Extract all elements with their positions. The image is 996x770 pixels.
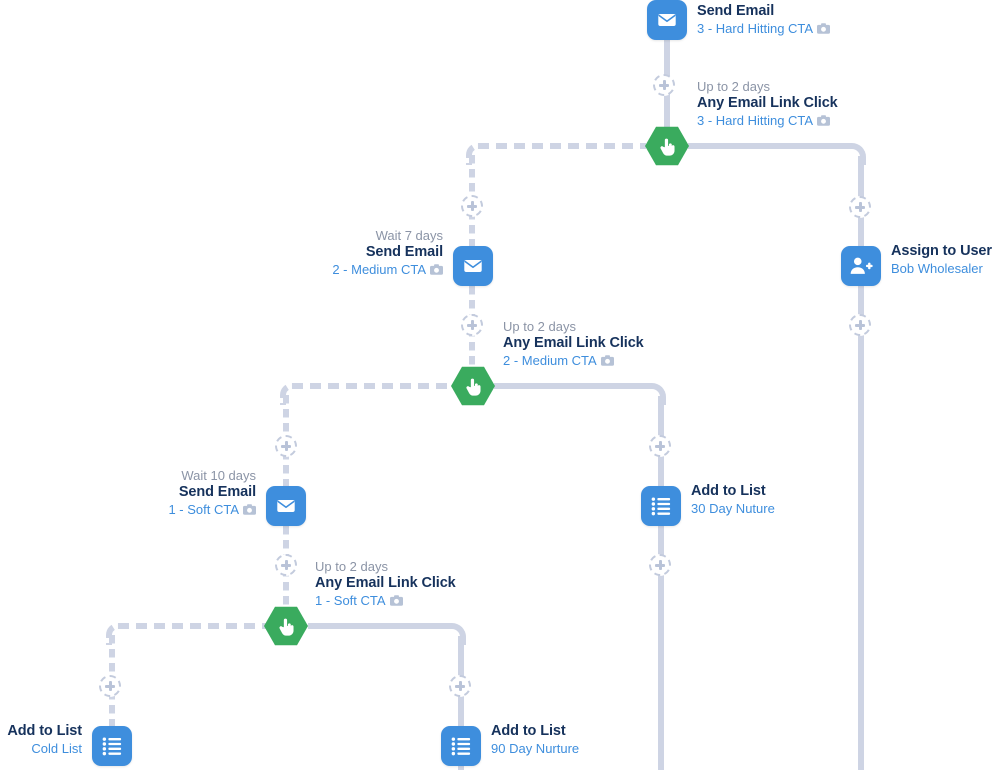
node-send-email-soft-cta[interactable] xyxy=(266,486,306,526)
add-step-button[interactable] xyxy=(653,74,675,96)
camera-icon xyxy=(430,262,443,281)
camera-icon xyxy=(243,502,256,521)
node-title: Any Email Link Click xyxy=(697,95,838,112)
connector-horizontal xyxy=(688,143,846,149)
camera-icon xyxy=(817,21,831,40)
add-step-button[interactable] xyxy=(461,314,483,336)
node-subtitle: 2 - Medium CTA xyxy=(332,261,426,277)
node-wait-text: Up to 2 days xyxy=(697,79,770,94)
node-decision-link-click-hard-cta[interactable] xyxy=(645,126,689,166)
node-title: Any Email Link Click xyxy=(503,335,644,352)
node-label-send-email-soft-cta: Wait 10 days Send Email 1 - Soft CTA xyxy=(0,468,256,520)
node-title: Any Email Link Click xyxy=(315,575,456,592)
connector-horizontal xyxy=(494,383,646,389)
node-title: Assign to User xyxy=(891,243,992,259)
add-step-button[interactable] xyxy=(649,435,671,457)
add-step-button[interactable] xyxy=(275,554,297,576)
node-wait-text: Up to 2 days xyxy=(503,319,576,334)
node-add-to-list-30-day[interactable] xyxy=(641,486,681,526)
list-icon xyxy=(101,736,123,756)
node-label-link-click-hard-cta: Up to 2 days Any Email Link Click 3 - Ha… xyxy=(697,79,838,131)
node-label-send-email-hard-cta: Send Email 3 - Hard Hitting CTA xyxy=(697,3,831,40)
envelope-icon xyxy=(656,9,678,31)
node-label-assign-to-user: Assign to User Bob Wholesaler xyxy=(891,243,992,278)
node-label-add-to-list-cold: Add to List Cold List xyxy=(0,723,82,758)
workflow-canvas[interactable]: Send Email 3 - Hard Hitting CTA Up to 2 … xyxy=(0,0,996,770)
node-assign-to-user[interactable] xyxy=(841,246,881,286)
node-send-email-medium-cta[interactable] xyxy=(453,246,493,286)
camera-icon xyxy=(600,353,614,372)
list-icon xyxy=(450,736,472,756)
click-hand-icon xyxy=(264,606,308,646)
node-label-send-email-medium-cta: Wait 7 days Send Email 2 - Medium CTA xyxy=(178,228,443,280)
node-wait-text: Up to 2 days xyxy=(315,559,388,574)
node-label-add-to-list-90-day: Add to List 90 Day Nurture xyxy=(491,723,579,758)
click-hand-icon xyxy=(645,126,689,166)
node-title: Send Email xyxy=(697,3,775,19)
connector-dashed-horizontal xyxy=(292,383,452,389)
node-subtitle: 2 - Medium CTA xyxy=(503,352,597,368)
node-title: Add to List xyxy=(491,723,566,739)
node-subtitle: 30 Day Nuture xyxy=(691,500,775,516)
node-send-email-hard-cta[interactable] xyxy=(647,0,687,40)
node-subtitle: 3 - Hard Hitting CTA xyxy=(697,112,814,128)
node-title: Add to List xyxy=(691,483,766,499)
click-hand-icon xyxy=(451,366,495,406)
node-label-link-click-medium-cta: Up to 2 days Any Email Link Click 2 - Me… xyxy=(503,319,644,371)
node-subtitle: 3 - Hard Hitting CTA xyxy=(697,20,814,36)
node-title: Send Email xyxy=(365,244,443,261)
connector-horizontal xyxy=(308,623,446,629)
node-subtitle: Cold List xyxy=(31,740,82,756)
node-add-to-list-cold[interactable] xyxy=(92,726,132,766)
add-step-button[interactable] xyxy=(649,554,671,576)
node-wait-text: Wait 10 days xyxy=(181,468,256,483)
node-title: Send Email xyxy=(178,484,256,501)
list-icon xyxy=(650,496,672,516)
connector-dashed-horizontal xyxy=(118,623,266,629)
envelope-icon xyxy=(275,495,297,517)
envelope-icon xyxy=(462,255,484,277)
add-step-button[interactable] xyxy=(461,195,483,217)
add-step-button[interactable] xyxy=(275,435,297,457)
node-add-to-list-90-day[interactable] xyxy=(441,726,481,766)
node-decision-link-click-medium-cta[interactable] xyxy=(451,366,495,406)
node-title: Add to List xyxy=(7,723,82,739)
node-subtitle: 90 Day Nurture xyxy=(491,740,580,756)
node-subtitle: 1 - Soft CTA xyxy=(315,592,386,608)
user-add-icon xyxy=(849,255,873,277)
add-step-button[interactable] xyxy=(849,314,871,336)
add-step-button[interactable] xyxy=(849,196,871,218)
add-step-button[interactable] xyxy=(449,675,471,697)
connector-dashed-horizontal xyxy=(478,143,646,149)
camera-icon xyxy=(817,113,831,132)
node-subtitle: 1 - Soft CTA xyxy=(168,501,239,517)
node-decision-link-click-soft-cta[interactable] xyxy=(264,606,308,646)
node-label-add-to-list-30-day: Add to List 30 Day Nuture xyxy=(691,483,775,518)
node-wait-text: Wait 7 days xyxy=(375,228,443,243)
node-label-link-click-soft-cta: Up to 2 days Any Email Link Click 1 - So… xyxy=(315,559,456,611)
connector-vertical xyxy=(458,766,464,770)
node-subtitle: Bob Wholesaler xyxy=(891,260,983,276)
camera-icon xyxy=(389,593,403,612)
add-step-button[interactable] xyxy=(99,675,121,697)
